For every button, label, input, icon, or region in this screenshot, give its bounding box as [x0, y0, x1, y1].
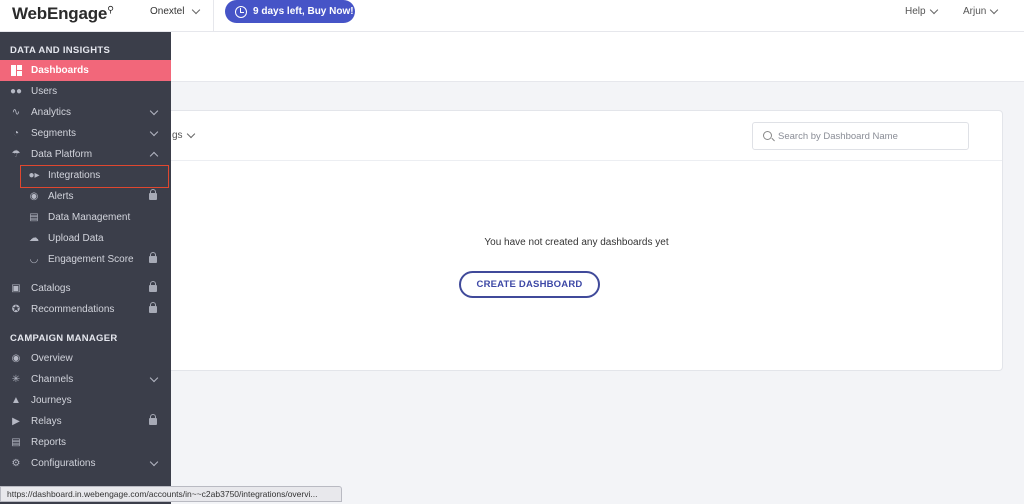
chevron-down-icon: [929, 5, 938, 15]
dashboard-search: [752, 122, 969, 150]
sidebar-item-dashboards[interactable]: Dashboards: [0, 60, 171, 81]
line-chart-icon: ∿: [11, 106, 21, 118]
database-icon: ▤: [29, 211, 39, 223]
chevron-down-icon: [192, 5, 201, 15]
account-switcher[interactable]: Onextel: [150, 5, 201, 17]
gauge-icon: ◡: [29, 253, 39, 265]
sidebar-item-label: Data Platform: [31, 149, 93, 160]
webengage-logo[interactable]: WebEngage⚲: [12, 4, 114, 24]
sidebar-item-overview[interactable]: ◉ Overview: [0, 348, 171, 369]
recommendations-icon: ✪: [11, 303, 21, 315]
data-platform-icon: ☂: [11, 148, 21, 160]
sidebar-item-label: Overview: [31, 353, 73, 364]
sidebar-item-label: Configurations: [31, 458, 96, 469]
section-title-campaign-manager: CAMPAIGN MANAGER: [10, 333, 118, 344]
section-title-data-insights: DATA AND INSIGHTS: [10, 45, 111, 56]
empty-state-message: You have not created any dashboards yet: [484, 237, 669, 248]
sidebar-item-data-management[interactable]: ▤ Data Management: [0, 207, 171, 228]
sidebar-item-label: Catalogs: [31, 283, 71, 294]
tags-filter-label: gs: [172, 130, 183, 141]
sidebar-item-engagement-score[interactable]: ◡ Engagement Score: [0, 249, 171, 270]
chevron-down-icon: [186, 129, 195, 139]
sidebar-item-label: Recommendations: [31, 304, 115, 315]
sidebar-item-label: Upload Data: [48, 233, 104, 244]
logo-mark-icon: ⚲: [107, 4, 114, 15]
trial-text: 9 days left, Buy Now!: [253, 6, 354, 17]
topbar-divider: [213, 0, 214, 32]
chevron-down-icon: [149, 373, 159, 383]
chevron-down-icon: [149, 127, 159, 137]
lock-icon: [149, 281, 157, 292]
configurations-icon: ⚙: [11, 457, 21, 469]
alerts-icon: ◉: [29, 190, 39, 202]
sidebar-item-label: Segments: [31, 128, 77, 139]
sidebar-item-journeys[interactable]: ▲ Journeys: [0, 390, 171, 411]
sidebar-item-catalogs[interactable]: ▣ Catalogs: [0, 278, 171, 299]
clock-icon: [235, 5, 247, 18]
page-subheader: [171, 32, 1024, 82]
sidebar-item-label: Engagement Score: [48, 254, 134, 265]
trial-buy-now-button[interactable]: 9 days left, Buy Now!: [225, 0, 355, 23]
lock-icon: [149, 252, 157, 263]
lock-icon: [149, 414, 157, 425]
sidebar-item-label: Journeys: [31, 395, 72, 406]
sidebar: DATA AND INSIGHTS Dashboards ●● Users ∿ …: [0, 32, 171, 504]
top-bar: WebEngage⚲ Onextel 9 days left, Buy Now!…: [0, 0, 1024, 32]
lock-icon: [149, 189, 157, 200]
logo-text: WebEngage: [12, 4, 108, 23]
sidebar-item-reports[interactable]: ▤ Reports: [0, 432, 171, 453]
eye-icon: ◉: [11, 352, 21, 364]
search-icon: [763, 131, 772, 140]
integrations-highlight-box: [20, 165, 169, 188]
sidebar-item-label: Data Management: [48, 212, 131, 223]
link-status-bar: https://dashboard.in.webengage.com/accou…: [0, 486, 342, 502]
report-icon: ▤: [11, 436, 21, 448]
sidebar-item-label: Users: [31, 86, 58, 97]
channels-icon: ✳: [11, 373, 21, 385]
sidebar-item-users[interactable]: ●● Users: [0, 81, 171, 102]
sidebar-item-data-platform[interactable]: ☂ Data Platform: [0, 144, 171, 165]
search-input[interactable]: [778, 127, 963, 145]
sidebar-item-segments[interactable]: ◔ Segments: [0, 123, 171, 144]
chevron-up-icon: [149, 151, 159, 161]
sidebar-item-label: Analytics: [31, 107, 72, 118]
tags-filter[interactable]: gs: [172, 129, 195, 141]
sidebar-item-label: Dashboards: [31, 65, 89, 76]
sidebar-item-alerts[interactable]: ◉ Alerts: [0, 186, 171, 207]
lock-icon: [149, 302, 157, 313]
chevron-down-icon: [149, 457, 159, 467]
dashboard-grid-icon: [10, 65, 22, 76]
pie-chart-icon: ◔: [12, 127, 20, 139]
help-menu[interactable]: Help: [905, 5, 938, 17]
account-name: Onextel: [150, 6, 185, 17]
sidebar-item-recommendations[interactable]: ✪ Recommendations: [0, 299, 171, 320]
sidebar-item-relays[interactable]: ▶ Relays: [0, 411, 171, 432]
sidebar-item-analytics[interactable]: ∿ Analytics: [0, 102, 171, 123]
cloud-upload-icon: ☁: [29, 232, 39, 244]
megaphone-icon: ▶: [12, 415, 20, 427]
card-header: gs: [151, 111, 1002, 161]
chevron-down-icon: [990, 5, 999, 15]
sidebar-item-label: Reports: [31, 437, 67, 448]
catalog-icon: ▣: [11, 282, 21, 294]
rocket-icon: ▲: [11, 394, 21, 406]
user-name: Arjun: [963, 6, 987, 17]
sidebar-item-channels[interactable]: ✳ Channels: [0, 369, 171, 390]
user-menu[interactable]: Arjun: [963, 5, 999, 17]
users-icon: ●●: [9, 85, 23, 97]
sidebar-item-label: Alerts: [48, 191, 74, 202]
sidebar-item-label: Relays: [31, 416, 62, 427]
sidebar-item-configurations[interactable]: ⚙ Configurations: [0, 453, 171, 474]
sidebar-item-upload-data[interactable]: ☁ Upload Data: [0, 228, 171, 249]
chevron-down-icon: [149, 106, 159, 116]
create-dashboard-button[interactable]: CREATE DASHBOARD: [459, 271, 600, 298]
dashboards-card: gs You have not created any dashboards y…: [150, 110, 1003, 371]
sidebar-item-label: Channels: [31, 374, 74, 385]
help-label: Help: [905, 6, 926, 17]
